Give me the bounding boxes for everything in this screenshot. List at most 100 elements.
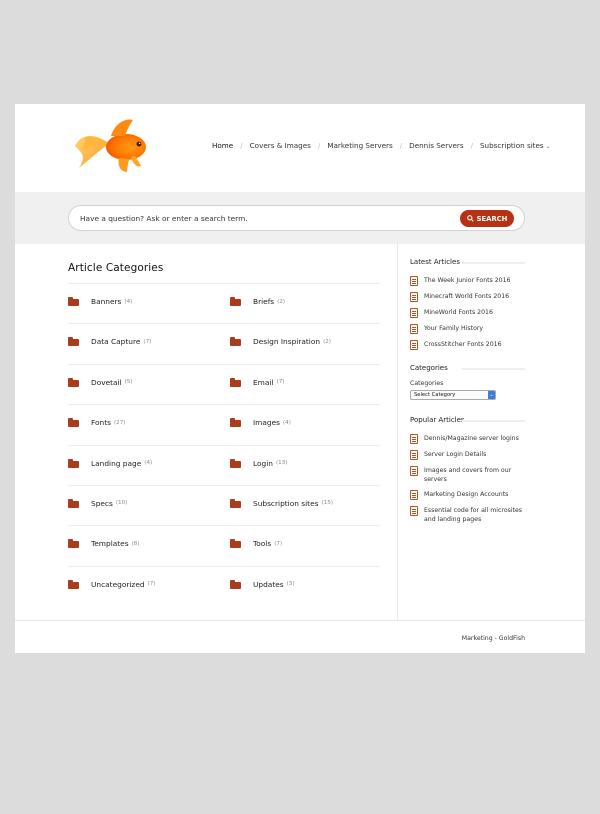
category-item[interactable]: Tools (7) [230,539,283,549]
article-link[interactable]: Essential code for all microsites and la… [410,506,525,524]
popular-articles-list: Dennis/Magazine server logins Server Log… [410,434,525,524]
category-name: Specs [91,498,113,508]
category-row: Templates (8) Tools (7) [68,525,380,565]
folder-icon [68,418,79,428]
article-link[interactable]: Images and covers from our servers [410,466,525,484]
category-item[interactable]: Login (13) [230,458,288,468]
nav-separator: / [399,141,403,150]
search-input[interactable]: Have a question? Ask or enter a search t… [68,205,525,231]
chevron-down-icon: ⌄ [545,143,551,150]
category-item[interactable]: Fonts (27) [68,418,126,428]
category-name: Uncategorized [91,579,145,589]
widget-title-text: Categories [410,364,448,372]
folder-icon [68,579,79,589]
nav-item-marketing-servers[interactable]: Marketing Servers [327,141,392,150]
nav-item-label: Subscription sites [480,141,544,150]
main-content: Article Categories [68,262,380,274]
article-title: Marketing Design Accounts [424,491,509,498]
folder-icon [230,539,241,549]
category-name: Email [253,377,274,387]
latest-articles-title: Latest Articles [410,258,525,266]
article-title: CrossStitcher Fonts 2016 [424,341,502,348]
latest-articles-list: The Week Junior Fonts 2016 Minecraft Wor… [410,276,525,350]
folder-icon [230,579,241,589]
title-rule [462,368,525,370]
category-count: (15) [321,500,333,507]
document-icon [410,292,418,302]
category-item[interactable]: Landing page (4) [68,458,152,468]
category-count: (10) [115,500,128,507]
article-link[interactable]: Marketing Design Accounts [410,490,525,500]
article-title: Dennis/Magazine server logins [424,435,519,442]
category-select[interactable]: Select Category ⌄ [410,390,496,400]
category-name: Subscription sites [253,498,319,508]
article-link[interactable]: Dennis/Magazine server logins [410,434,525,444]
category-item[interactable]: Email (7) [230,377,285,387]
article-link[interactable]: CrossStitcher Fonts 2016 [410,340,525,350]
categories-label: Categories [410,380,444,387]
document-icon [410,490,418,500]
category-count: (4) [124,298,133,305]
category-count: (13) [275,460,288,467]
document-icon [410,324,418,334]
category-item[interactable]: Dovetail (5) [68,377,133,387]
category-item[interactable]: Uncategorized (7) [68,579,156,589]
category-item[interactable]: Images (4) [230,418,291,428]
category-count: (7) [276,379,285,386]
article-link[interactable]: The Week Junior Fonts 2016 [410,276,525,286]
document-icon [410,308,418,318]
category-name: Fonts [91,418,111,428]
article-link[interactable]: MineWorld Fonts 2016 [410,308,525,318]
category-count: (7) [274,540,283,547]
folder-icon [68,498,79,508]
category-count: (3) [286,581,295,588]
category-count: (27) [113,419,126,426]
nav-separator: / [317,141,321,150]
search-button[interactable]: SEARCH [460,210,514,227]
nav-item-home[interactable]: Home [212,141,233,150]
category-item[interactable]: Design Inspiration (2) [230,337,331,347]
category-item[interactable]: Updates (3) [230,579,295,589]
category-row: Banners (4) Briefs (2) [68,283,380,323]
folder-icon [230,418,241,428]
search-placeholder: Have a question? Ask or enter a search t… [80,214,248,223]
article-title: Images and covers from our servers [424,467,512,483]
category-count: (7) [147,581,156,588]
column-divider [397,244,398,620]
category-row: Data Capture (7) Design Inspiration (2) [68,323,380,363]
category-name: Data Capture [91,337,141,347]
nav-item-dennis-servers[interactable]: Dennis Servers [409,141,463,150]
category-name: Templates [91,539,129,549]
nav-item-covers-images[interactable]: Covers & Images [250,141,311,150]
categories-title: Categories [410,364,525,372]
category-item[interactable]: Banners (4) [68,297,132,306]
category-row: Dovetail (5) Email (7) [68,363,380,404]
folder-icon [230,337,241,347]
category-item[interactable]: Subscription sites (15) [230,498,333,508]
category-grid: Banners (4) Briefs (2) Data Capture (7) Des… [68,283,380,606]
folder-icon [68,297,79,306]
folder-icon [68,539,79,549]
category-row: Specs (10) Subscription sites (15) [68,484,380,525]
article-title: MineWorld Fonts 2016 [424,309,493,316]
category-name: Design Inspiration [253,337,321,347]
widget-title-text: Popular Articles [410,416,465,424]
goldfish-logo[interactable] [71,116,151,174]
category-item[interactable]: Specs (10) [68,498,128,508]
document-icon [410,466,418,476]
category-count: (4) [283,419,291,426]
category-name: Tools [253,539,272,549]
category-item[interactable]: Templates (8) [68,539,140,549]
sidebar: Latest Articles The Week Junior Fonts 20… [410,258,525,530]
nav-item-subscription-sites[interactable]: Subscription sites ⌄ [480,141,551,150]
article-link[interactable]: Minecraft World Fonts 2016 [410,292,525,302]
category-item[interactable]: Data Capture (7) [68,337,151,347]
article-link[interactable]: Server Login Details [410,450,525,460]
page-title: Article Categories [68,262,164,274]
article-link[interactable]: Your Family History [410,324,525,334]
category-item[interactable]: Briefs (2) [230,297,285,306]
popular-articles-title: Popular Articles [410,416,525,424]
article-title: Essential code for all microsites and la… [424,507,523,523]
category-row: Fonts (27) Images (4) [68,404,380,444]
category-name: Landing page [91,458,142,468]
